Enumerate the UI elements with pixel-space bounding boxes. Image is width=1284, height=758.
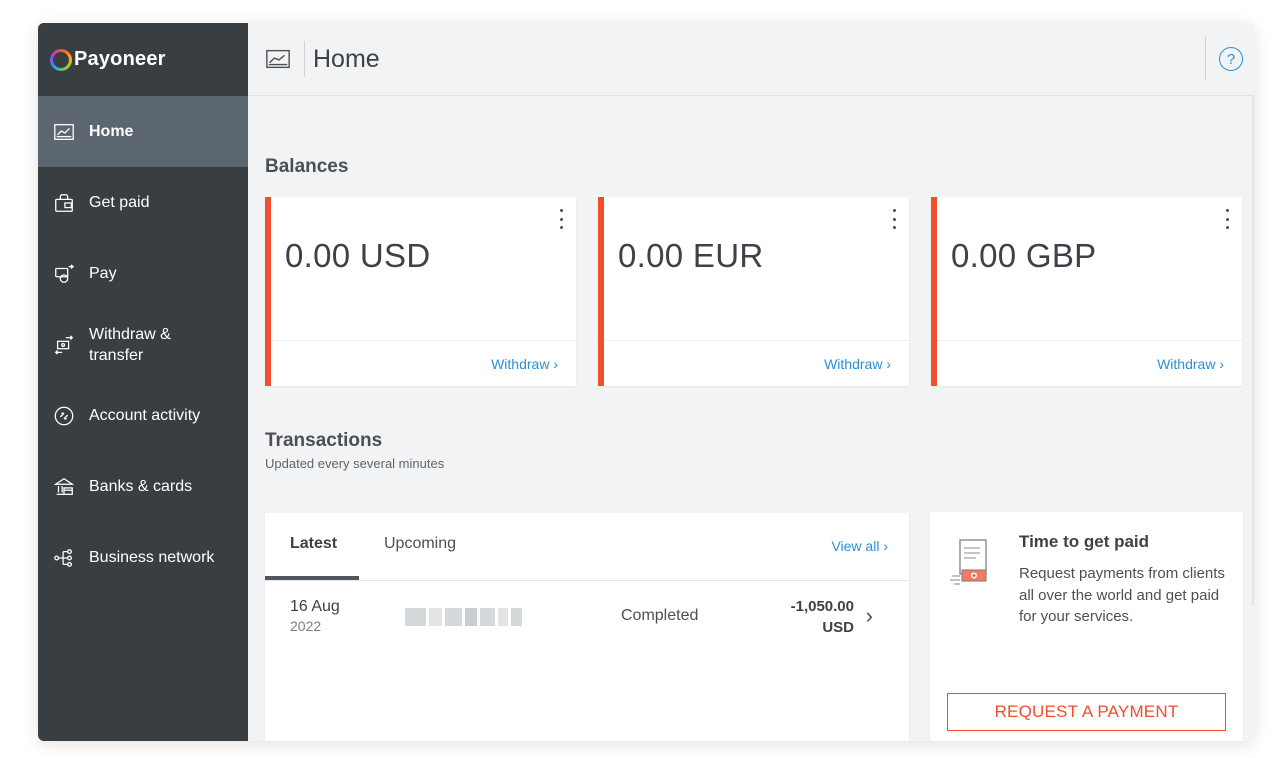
balance-card-usd: 0.00 USD Withdraw ›: [265, 197, 576, 386]
logo[interactable]: Payoneer: [38, 23, 248, 96]
chevron-right-icon[interactable]: ›: [866, 603, 873, 629]
withdraw-icon: [52, 333, 76, 357]
sidebar-item-label: Account activity: [89, 407, 201, 424]
activity-icon: [52, 404, 76, 428]
more-options-icon[interactable]: [1223, 209, 1231, 229]
main-content: Balances 0.00 USD Withdraw › 0.00 EUR Wi…: [248, 96, 1254, 741]
sidebar-item-label: Pay: [89, 265, 117, 282]
card-divider: [271, 340, 576, 341]
more-options-icon[interactable]: [557, 209, 565, 229]
balance-amount: 0.00 USD: [285, 237, 431, 274]
page-title: Home: [313, 44, 380, 73]
transaction-date: 16 Aug: [290, 598, 340, 615]
transaction-amount-value: -1,050.00: [790, 598, 854, 615]
sidebar-item-label: Business network: [89, 549, 215, 566]
card-divider: [604, 340, 909, 341]
promo-text: Request payments from clients all over t…: [1019, 565, 1225, 625]
sidebar-item-banks-cards[interactable]: Banks & cards: [38, 451, 248, 522]
transactions-card: Latest Upcoming View all › 16 Aug 2022 C…: [265, 513, 909, 741]
bag-icon: [52, 191, 76, 215]
balance-amount: 0.00 EUR: [618, 237, 764, 274]
card-divider: [937, 340, 1242, 341]
sidebar-item-pay[interactable]: Pay: [38, 238, 248, 309]
sidebar-item-label: Get paid: [89, 194, 150, 211]
tab-upcoming[interactable]: Upcoming: [384, 535, 456, 553]
page-header: Home ?: [248, 23, 1254, 96]
sidebar-item-account-activity[interactable]: Account activity: [38, 380, 248, 451]
transaction-status: Completed: [621, 607, 699, 624]
help-icon[interactable]: ?: [1219, 47, 1243, 71]
view-all-link[interactable]: View all ›: [831, 538, 888, 554]
balance-card-eur: 0.00 EUR Withdraw ›: [598, 197, 909, 386]
balance-amount: 0.00 GBP: [951, 237, 1097, 274]
logo-text: Payoneer: [74, 48, 166, 70]
transactions-title: Transactions: [265, 430, 383, 451]
sidebar-item-label: Home: [89, 123, 134, 140]
balance-card-gbp: 0.00 GBP Withdraw ›: [931, 197, 1242, 386]
transaction-currency: USD: [822, 619, 854, 636]
logo-ring-icon: [50, 48, 72, 71]
balances-title: Balances: [265, 156, 349, 177]
header-divider-right: [1205, 36, 1206, 80]
promo-card: Time to get paid Request payments from c…: [930, 512, 1243, 741]
home-chart-icon: [52, 120, 76, 144]
chart-icon: [264, 45, 292, 73]
transaction-row[interactable]: 16 Aug 2022 Completed -1,050.00 USD ›: [265, 581, 909, 651]
withdraw-link[interactable]: Withdraw ›: [1157, 356, 1224, 372]
transactions-subtitle: Updated every several minutes: [265, 456, 445, 471]
bank-icon: [52, 475, 76, 499]
sidebar-item-business-network[interactable]: Business network: [38, 522, 248, 593]
network-icon: [52, 546, 76, 570]
header-divider: [304, 41, 305, 77]
redacted-payee: [405, 608, 522, 626]
more-options-icon[interactable]: [890, 209, 898, 229]
sidebar: Payoneer Home Get paid Pay Withdraw & tr: [38, 23, 248, 741]
active-tab-indicator: [265, 576, 359, 580]
withdraw-link[interactable]: Withdraw ›: [824, 356, 891, 372]
transaction-amount: -1,050.00 USD: [754, 596, 854, 638]
app-window: Payoneer Home Get paid Pay Withdraw & tr: [38, 23, 1254, 741]
sidebar-item-label: Banks & cards: [89, 478, 193, 495]
sidebar-item-label: Withdraw & transfer: [89, 325, 171, 364]
pay-icon: [52, 262, 76, 286]
promo-title: Time to get paid: [1019, 532, 1150, 551]
invoice-illustration-icon: [946, 536, 1002, 592]
sidebar-item-withdraw-transfer[interactable]: Withdraw & transfer: [38, 309, 248, 380]
withdraw-link[interactable]: Withdraw ›: [491, 356, 558, 372]
request-payment-button[interactable]: REQUEST A PAYMENT: [947, 693, 1226, 731]
sidebar-item-home[interactable]: Home: [38, 96, 248, 167]
tab-latest[interactable]: Latest: [290, 535, 337, 553]
transaction-year: 2022: [290, 618, 322, 634]
sidebar-item-get-paid[interactable]: Get paid: [38, 167, 248, 238]
